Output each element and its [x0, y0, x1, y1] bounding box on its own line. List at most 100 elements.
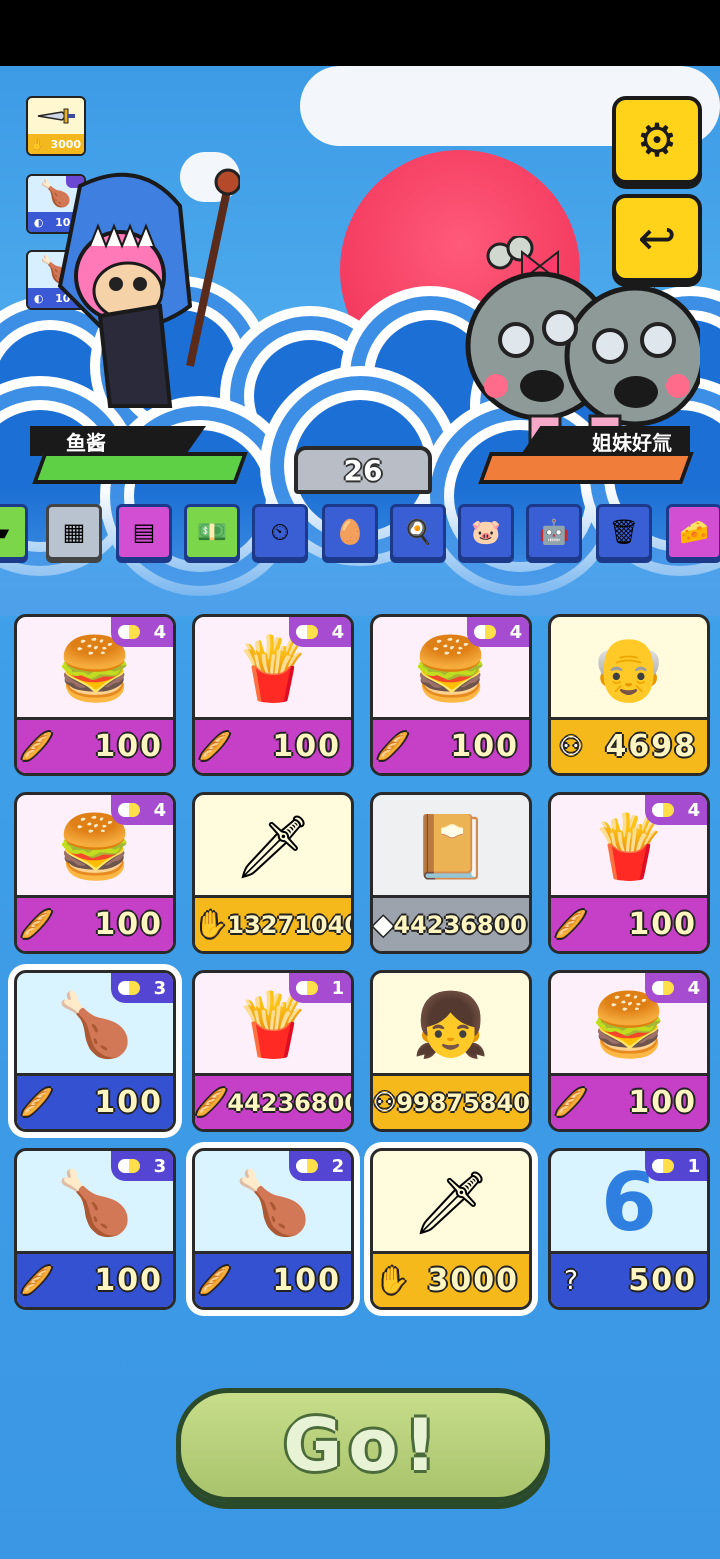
shop-item-burger[interactable]: 🍔 4 🥖 100 — [370, 614, 532, 776]
money-icon: 💵 — [197, 518, 227, 546]
pill-icon — [295, 625, 318, 639]
cost-currency-icon: 🥖 — [20, 909, 54, 940]
category-tab[interactable]: 🧀 — [666, 504, 720, 560]
category-tab[interactable]: 🤖 — [526, 504, 582, 560]
card-icon: ▰ — [0, 518, 9, 546]
level-number: 4 — [687, 977, 701, 999]
pill-icon — [651, 1159, 674, 1173]
shop-item-fries[interactable]: 🍟 4 🥖 100 — [192, 614, 354, 776]
shop-item-physics-book[interactable]: 📔 ◆ 44236800 — [370, 792, 532, 954]
price-value: 100 — [94, 1085, 163, 1120]
level-number: 4 — [331, 621, 345, 643]
pill-icon — [117, 981, 140, 995]
shop-item-burger[interactable]: 🍔 4 🥖 100 — [14, 614, 176, 776]
category-tab[interactable]: ⏲ — [252, 504, 308, 560]
price-value: 44236800 — [227, 1088, 354, 1117]
price-value: 100 — [628, 1085, 697, 1120]
pill-icon — [651, 981, 674, 995]
category-tab[interactable]: 🍳 — [390, 504, 446, 560]
equipped-slot[interactable]: ✋ 3000 — [26, 96, 86, 156]
shop-item-sword[interactable]: 🗡 ✋ 3000 — [370, 1148, 532, 1310]
price-value: 100 — [94, 729, 163, 764]
price-value: 99875840 — [396, 1088, 530, 1117]
cost-currency-icon: 🥖 — [195, 1087, 228, 1118]
level-badge: 3 — [111, 1151, 173, 1181]
calculator-icon: ▤ — [132, 518, 156, 546]
cost-currency-icon: ? — [564, 1265, 578, 1296]
price-value: 100 — [450, 729, 519, 764]
category-tab[interactable]: 🥚 — [322, 504, 378, 560]
shop-item-fries[interactable]: 🍟 4 🥖 100 — [548, 792, 710, 954]
shop-item-scientist[interactable]: 👴 ⚇ 4698 — [548, 614, 710, 776]
cost-currency-icon: ⚇ — [559, 731, 583, 762]
category-tab[interactable]: 🐷 — [458, 504, 514, 560]
round-counter: 26 — [294, 446, 432, 494]
player-hp-bar — [32, 452, 248, 484]
back-button[interactable]: ↩ — [612, 194, 702, 282]
price-value: 3000 — [427, 1263, 519, 1298]
price-bar: ✋132710400 — [195, 895, 351, 951]
level-badge: 2 — [289, 1151, 351, 1181]
price-bar: 🥖 100 — [17, 1073, 173, 1129]
shop-item-burger[interactable]: 🍔 4 🥖 100 — [548, 970, 710, 1132]
status-bar — [0, 0, 720, 66]
price-bar: 🥖 100 — [551, 895, 707, 951]
pill-icon — [295, 1159, 318, 1173]
return-arrow-icon: ↩ — [637, 211, 677, 265]
price-bar: 🥖 44236800 — [195, 1073, 351, 1129]
cost-currency-icon: 🥖 — [198, 1265, 232, 1296]
go-button[interactable]: Go! — [176, 1388, 550, 1502]
cost-currency-icon: 🥖 — [198, 731, 232, 762]
price-bar: ✋ 3000 — [373, 1251, 529, 1307]
shop-item-sword[interactable]: 🗡✋132710400 — [192, 792, 354, 954]
price-bar: 🥖 100 — [551, 1073, 707, 1129]
price-bar: 🥖 100 — [195, 717, 351, 773]
round-number: 26 — [343, 453, 383, 487]
player-character — [40, 166, 242, 416]
pill-icon — [117, 803, 140, 817]
level-number: 3 — [153, 977, 167, 999]
gear-icon: ⚙ — [636, 113, 678, 167]
price-bar: 🥖 100 — [17, 895, 173, 951]
cost-currency-icon: ✋ — [195, 909, 228, 940]
price-bar: 🥖 100 — [373, 717, 529, 773]
settings-button[interactable]: ⚙ — [612, 96, 702, 184]
level-number: 2 — [331, 1155, 345, 1177]
price-bar: 🥖 100 — [17, 717, 173, 773]
shop-item-burger[interactable]: 🍔 4 🥖 100 — [14, 792, 176, 954]
cost-currency-icon: ⚇ — [373, 1087, 397, 1118]
shop-item-girl[interactable]: 👧 ⚇ 99875840 — [370, 970, 532, 1132]
net-icon: ▦ — [62, 518, 86, 546]
shop-item-fries[interactable]: 🍟 1 🥖 44236800 — [192, 970, 354, 1132]
shop-item-drumstick[interactable]: 🍗 3 🥖 100 — [14, 1148, 176, 1310]
shop-item-drumstick[interactable]: 🍗 3 🥖 100 — [14, 970, 176, 1132]
category-tab[interactable]: 💵 — [184, 504, 240, 560]
girl-icon: 👧 — [412, 987, 490, 1061]
shop-item-drumstick[interactable]: 🍗 2 🥖 100 — [192, 1148, 354, 1310]
pill-icon — [651, 803, 674, 817]
shop-item-number-six[interactable]: 6 1? 500 — [548, 1148, 710, 1310]
level-number: 4 — [153, 621, 167, 643]
sword-icon: 🗡 — [411, 1165, 491, 1239]
nest-icon: 🥚 — [335, 518, 365, 546]
level-badge: 4 — [467, 617, 529, 647]
category-tab[interactable]: 🗑 — [596, 504, 652, 560]
price-value: 100 — [272, 729, 341, 764]
level-number: 4 — [153, 799, 167, 821]
cost-currency-icon: ✋ — [376, 1265, 410, 1296]
level-number: 4 — [509, 621, 523, 643]
category-tab[interactable]: ▰ — [0, 504, 28, 560]
cost-currency-icon: 🥖 — [554, 909, 588, 940]
price-value: 44236800 — [393, 910, 527, 939]
pan-icon: 🍳 — [403, 518, 433, 546]
category-tab[interactable]: ▦ — [46, 504, 102, 560]
price-value: 4698 — [605, 729, 697, 764]
category-tab[interactable]: ▤ — [116, 504, 172, 560]
price-value: 132710400 — [227, 910, 351, 939]
pill-icon — [295, 981, 318, 995]
price-bar: 🥖 100 — [17, 1251, 173, 1307]
enemy-hp-bar — [478, 452, 694, 484]
cost-currency-icon: 🥖 — [376, 731, 410, 762]
price-bar: ⚇ 99875840 — [373, 1073, 529, 1129]
price-value: 100 — [94, 907, 163, 942]
